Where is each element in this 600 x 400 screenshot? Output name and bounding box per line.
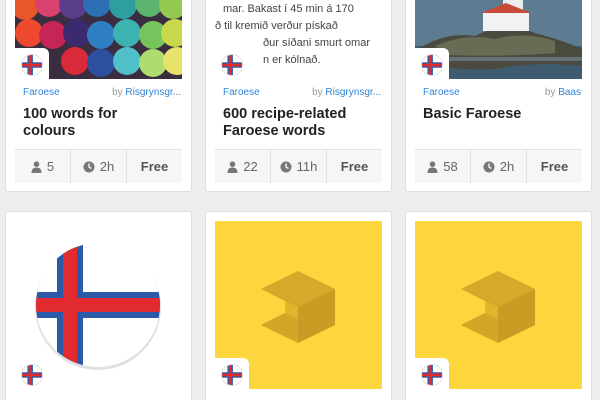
person-icon: [227, 160, 238, 173]
person-icon: [31, 160, 42, 173]
duration-value: 2h: [99, 159, 115, 174]
course-language[interactable]: Faroese: [423, 87, 460, 98]
language-badge: [15, 48, 49, 82]
duration-stat: 2h: [471, 150, 527, 183]
course-card[interactable]: Faroese by Risgrynsgr... 100 words for c…: [5, 0, 192, 192]
clock-icon: [483, 161, 495, 172]
language-badge: [415, 358, 449, 392]
learners-stat: 22: [215, 150, 271, 183]
clock-icon: [83, 161, 95, 172]
person-icon: [427, 160, 438, 173]
course-card[interactable]: mar. Bakast í 45 min á 170 ð til kremið …: [205, 0, 392, 192]
faroe-flag-icon: [421, 364, 443, 386]
learners-count: 58: [443, 159, 458, 174]
course-card[interactable]: [405, 211, 592, 400]
course-author[interactable]: Risgrynsgr...: [125, 87, 181, 98]
course-stats: 22 11h Free: [215, 149, 382, 183]
duration-value: 11h: [296, 159, 318, 174]
course-author[interactable]: Risgrynsgr...: [325, 87, 381, 98]
by-label: by: [544, 87, 556, 98]
faroe-flag-icon: [221, 364, 243, 386]
course-language[interactable]: Faroese: [23, 87, 60, 98]
duration-stat: 2h: [71, 150, 127, 183]
course-meta: Faroese by Baas: [423, 87, 581, 98]
price-label: Free: [340, 159, 369, 174]
course-author[interactable]: Baas: [558, 87, 581, 98]
course-stats: 5 2h Free: [15, 149, 182, 183]
duration-stat: 11h: [271, 150, 327, 183]
course-card[interactable]: [5, 211, 192, 400]
course-card[interactable]: [205, 211, 392, 400]
course-title[interactable]: 100 words for colours: [23, 106, 143, 140]
course-title[interactable]: 600 recipe-related Faroese words: [223, 106, 373, 140]
by-label: by: [112, 87, 123, 98]
course-meta: Faroese by Risgrynsgr...: [223, 87, 381, 98]
course-language[interactable]: Faroese: [223, 87, 260, 98]
course-meta: Faroese by Risgrynsgr...: [23, 87, 181, 98]
language-badge: [15, 358, 49, 392]
course-card[interactable]: Faroese by Baas Basic Faroese 58 2h Free: [405, 0, 592, 192]
by-label: by: [312, 87, 323, 98]
clock-icon: [280, 161, 292, 172]
language-badge: [215, 48, 249, 82]
price-label: Free: [540, 159, 569, 174]
learners-count: 22: [243, 159, 258, 174]
duration-value: 2h: [499, 159, 515, 174]
course-title[interactable]: Basic Faroese: [423, 106, 581, 123]
course-stats: 58 2h Free: [415, 149, 582, 183]
learners-stat: 58: [415, 150, 471, 183]
faroe-flag-icon: [21, 54, 43, 76]
faroe-flag-icon: [421, 54, 443, 76]
learners-count: 5: [46, 159, 55, 174]
language-badge: [415, 48, 449, 82]
faroe-flag-icon: [221, 54, 243, 76]
thumbnail-text-line: ð til kremið verður pískað: [215, 20, 338, 32]
learners-stat: 5: [15, 150, 71, 183]
faroe-flag-icon: [21, 364, 43, 386]
price-label: Free: [140, 159, 169, 174]
thumbnail-text-line: mar. Bakast í 45 min á 170: [223, 3, 354, 15]
language-badge: [215, 358, 249, 392]
